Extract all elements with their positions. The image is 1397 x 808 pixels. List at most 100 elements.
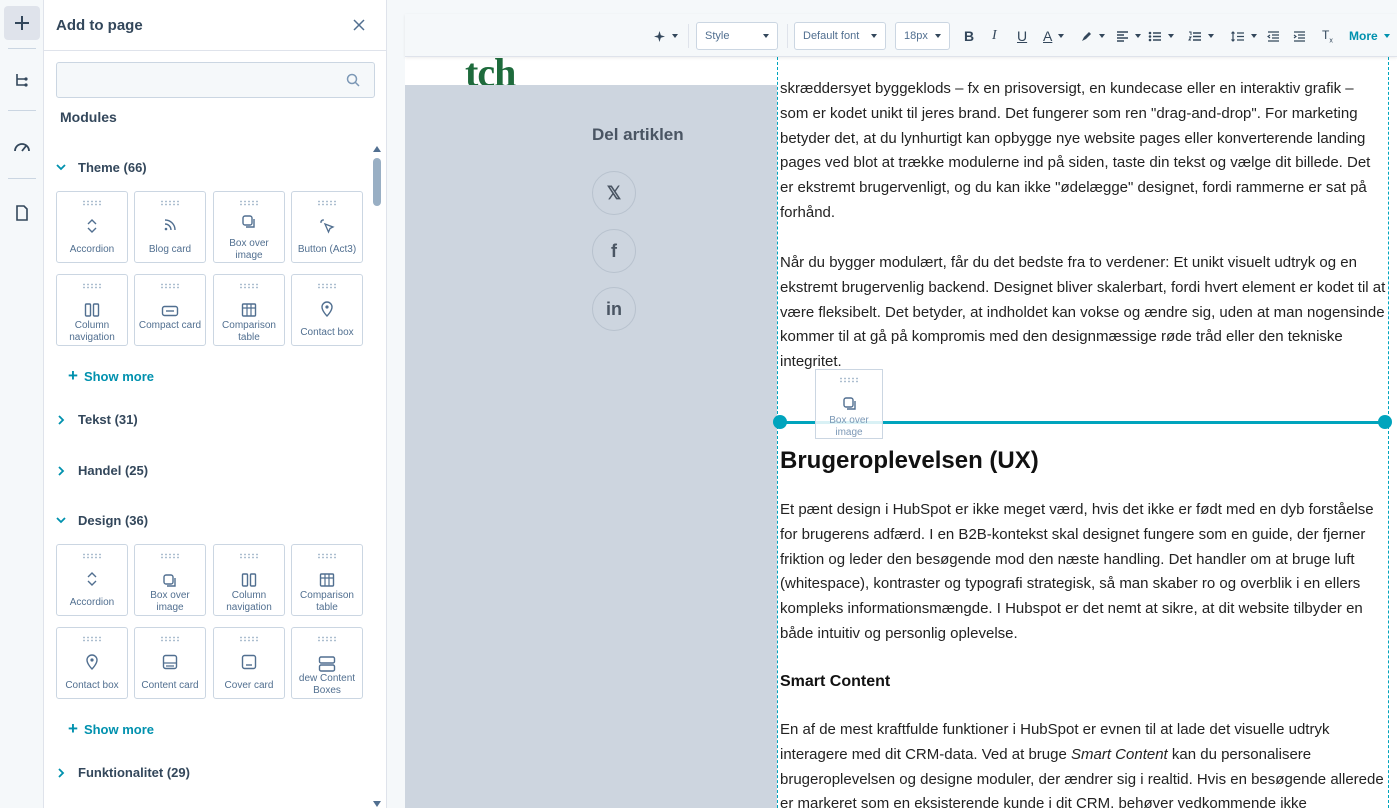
line-height-button[interactable] <box>1231 22 1257 50</box>
drag-handle-icon <box>318 553 336 559</box>
module-tile-box-over-image[interactable]: Box over image <box>213 191 285 263</box>
cursor-click-icon <box>320 219 335 234</box>
box-over-image-icon <box>163 574 176 587</box>
drag-handle-icon <box>318 283 336 289</box>
module-tile-box-over-image[interactable]: Box over image <box>134 544 206 616</box>
module-label: Box over image <box>150 590 190 613</box>
outdent-button[interactable] <box>1267 22 1280 50</box>
chevron-right-icon <box>57 414 64 425</box>
page-settings-button[interactable] <box>4 196 40 230</box>
drag-handle-icon <box>318 636 336 642</box>
module-tile-column-navigation[interactable]: Column navigation <box>213 544 285 616</box>
close-icon[interactable] <box>352 18 366 32</box>
bullet-list-icon <box>1148 31 1161 41</box>
drag-handle-icon <box>240 636 258 642</box>
module-label: Content card <box>141 680 199 691</box>
category-label: Theme (66) <box>78 160 147 175</box>
table-icon <box>241 303 257 317</box>
module-tile-dew-content-boxes[interactable]: dew Content Boxes <box>291 627 363 699</box>
show-more-theme-button[interactable]: + Show more <box>68 366 154 386</box>
category-handel[interactable]: Handel (25) <box>56 463 148 478</box>
category-funktionalitet[interactable]: Funktionalitet (29) <box>56 765 190 780</box>
dragged-module-ghost[interactable]: Box over image <box>815 369 883 439</box>
module-tile-compact-card[interactable]: Compact card <box>134 274 206 346</box>
scroll-thumb[interactable] <box>373 158 381 206</box>
scroll-down-arrow[interactable] <box>373 801 381 807</box>
font-size-select[interactable]: 18px <box>895 22 950 50</box>
text-color-button[interactable]: A <box>1043 22 1065 50</box>
show-more-design-button[interactable]: + Show more <box>68 719 154 739</box>
category-theme[interactable]: Theme (66) <box>56 160 147 175</box>
share-facebook-button[interactable]: f <box>592 229 636 273</box>
layers-button[interactable] <box>4 63 40 97</box>
heading-smart-content: Smart Content <box>780 673 891 690</box>
highlighter-icon <box>1082 31 1091 41</box>
align-button[interactable] <box>1116 22 1141 50</box>
drag-handle-icon <box>83 553 101 559</box>
module-tile-content-card[interactable]: Content card <box>134 627 206 699</box>
indent-button[interactable] <box>1293 22 1306 50</box>
module-tile-accordion[interactable]: Accordion <box>56 191 128 263</box>
paragraph-smart-content: En af de mest kraftfulde funktioner i Hu… <box>780 721 1384 808</box>
drag-handle-icon <box>161 283 179 289</box>
category-label: Design (36) <box>78 513 149 528</box>
drop-indicator-dot-right <box>1378 415 1392 429</box>
module-tile-contact-box[interactable]: Contact box <box>291 274 363 346</box>
panel-title: Add to page <box>56 17 143 34</box>
module-tile-button-act3[interactable]: Button (Act3) <box>291 191 363 263</box>
chevron-right-icon <box>57 465 64 476</box>
box-over-image-icon <box>242 215 255 228</box>
share-linkedin-button[interactable]: in <box>592 287 636 331</box>
drag-handle-icon <box>83 283 101 289</box>
category-tekst[interactable]: Tekst (31) <box>56 412 138 427</box>
optimize-button[interactable] <box>4 129 40 163</box>
clear-formatting-button[interactable]: Tx <box>1322 22 1333 50</box>
module-tile-cover-card[interactable]: Cover card <box>213 627 285 699</box>
numbered-list-button[interactable] <box>1188 22 1214 50</box>
module-tile-column-navigation[interactable]: Column navigation <box>56 274 128 346</box>
category-label: Funktionalitet (29) <box>78 765 190 780</box>
font-select-value: Default font <box>803 30 860 42</box>
more-button[interactable]: More <box>1349 22 1390 50</box>
category-design[interactable]: Design (36) <box>56 513 148 528</box>
columns-icon <box>241 573 257 587</box>
module-tile-blog-card[interactable]: Blog card <box>134 191 206 263</box>
content-card-icon <box>162 654 178 670</box>
heading-ux: Brugeroplevelsen (UX) <box>780 447 1039 474</box>
ai-assist-button[interactable] <box>653 22 678 50</box>
x-icon: 𝕏 <box>606 182 622 203</box>
add-module-button[interactable] <box>4 6 40 40</box>
underline-button[interactable]: U <box>1017 22 1027 50</box>
panel-scrollbar[interactable] <box>371 145 383 808</box>
style-select[interactable]: Style <box>696 22 778 50</box>
module-tile-accordion[interactable]: Accordion <box>56 544 128 616</box>
chevron-right-icon <box>57 767 64 778</box>
drag-handle-icon <box>240 283 258 289</box>
share-x-button[interactable]: 𝕏 <box>592 171 636 215</box>
style-select-value: Style <box>705 30 730 42</box>
ghost-label: Box over image <box>829 415 869 438</box>
module-tile-comparison-table[interactable]: Comparison table <box>291 544 363 616</box>
drag-handle-icon <box>318 200 336 206</box>
highlight-button[interactable] <box>1080 22 1105 50</box>
module-tile-contact-box[interactable]: Contact box <box>56 627 128 699</box>
bold-button[interactable]: B <box>964 22 974 50</box>
line-height-icon <box>1231 30 1244 42</box>
module-label: Contact box <box>300 327 354 338</box>
page-icon <box>16 205 28 221</box>
drag-handle-icon <box>161 553 179 559</box>
category-label: Tekst (31) <box>78 412 138 427</box>
drag-handle-icon <box>83 200 101 206</box>
font-size-value: 18px <box>904 30 928 42</box>
search-input[interactable] <box>57 63 337 97</box>
location-pin-icon <box>321 301 333 317</box>
scroll-up-arrow[interactable] <box>373 146 381 152</box>
cover-card-icon <box>241 654 257 670</box>
facebook-icon: f <box>611 240 617 261</box>
module-tile-comparison-table[interactable]: Comparison table <box>213 274 285 346</box>
italic-button[interactable]: I <box>992 22 997 50</box>
font-select[interactable]: Default font <box>794 22 886 50</box>
bullet-list-button[interactable] <box>1148 22 1174 50</box>
layers-tree-icon <box>16 74 28 87</box>
plus-icon: + <box>68 719 78 738</box>
